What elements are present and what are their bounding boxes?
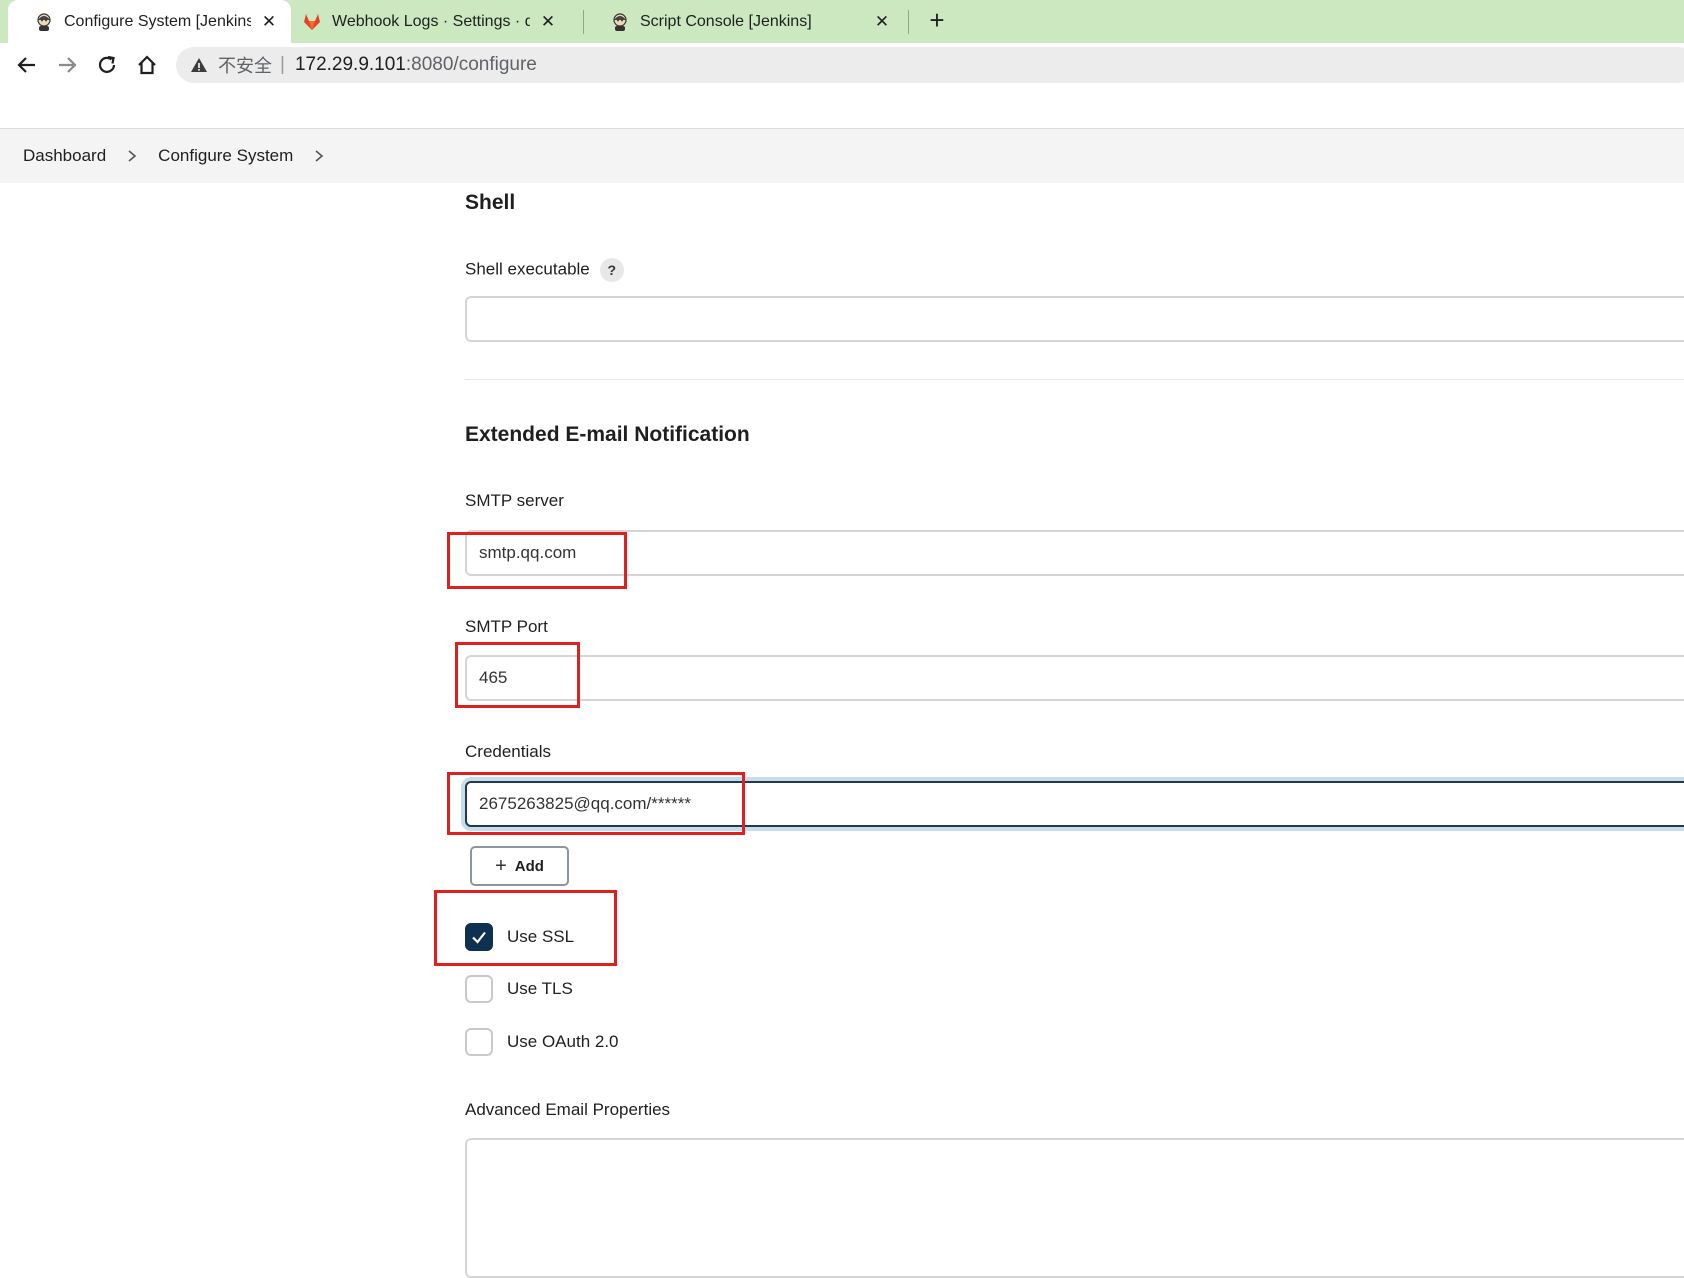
- use-tls-checkbox[interactable]: [465, 975, 493, 1003]
- jenkins-icon: [613, 12, 627, 31]
- reload-icon: [98, 55, 116, 73]
- reload-button[interactable]: [93, 51, 121, 79]
- smtp-port-input[interactable]: 465: [465, 655, 1684, 701]
- tab-title: Script Console [Jenkins]: [640, 12, 812, 30]
- jenkins-icon: [37, 12, 51, 31]
- new-tab-button[interactable]: +: [922, 6, 952, 36]
- section-divider: [465, 379, 1684, 380]
- advanced-email-properties-label: Advanced Email Properties: [465, 1100, 671, 1119]
- tab-close-icon[interactable]: ✕: [540, 12, 556, 32]
- address-bar[interactable]: 不安全 | 172.29.9.101:8080/configure: [176, 47, 1684, 83]
- tab-title: Configure System [Jenkins]: [64, 12, 251, 30]
- help-icon[interactable]: ?: [599, 258, 624, 282]
- email-heading: Extended E-mail Notification: [465, 423, 750, 446]
- browser-toolbar: 不安全 | 172.29.9.101:8080/configure: [0, 43, 1684, 87]
- plus-icon: +: [495, 854, 507, 877]
- tab-title: Webhook Logs · Settings · dev: [332, 12, 530, 30]
- address-path: :8080/configure: [405, 54, 537, 75]
- address-separator: |: [280, 54, 285, 75]
- home-icon: [138, 55, 156, 75]
- home-button[interactable]: [133, 51, 161, 79]
- use-tls-label: Use TLS: [507, 979, 573, 998]
- advanced-email-properties-textarea[interactable]: [465, 1138, 1684, 1278]
- shell-heading: Shell: [465, 191, 516, 214]
- arrow-right-icon: [59, 57, 77, 73]
- smtp-server-label: SMTP server: [465, 491, 564, 510]
- gitlab-icon: [304, 13, 320, 30]
- breadcrumb-dashboard[interactable]: Dashboard: [23, 146, 106, 166]
- address-host: 172.29.9.101: [294, 54, 406, 75]
- insecure-label: 不安全: [218, 56, 272, 76]
- breadcrumb: Dashboard Configure System: [0, 129, 1684, 183]
- shell-executable-label: Shell executable?: [465, 258, 624, 282]
- annotation-box-smtp-port: [455, 642, 580, 708]
- tab-close-icon[interactable]: ✕: [874, 12, 890, 32]
- breadcrumb-configure-system[interactable]: Configure System: [158, 146, 293, 166]
- warning-triangle-icon: [191, 58, 207, 72]
- shell-executable-input[interactable]: [465, 296, 1684, 342]
- browser-tabstrip: Configure System [Jenkins] ✕ Webhook Log…: [0, 0, 1684, 43]
- jenkins-header: [0, 87, 1684, 129]
- chevron-right-icon[interactable]: [312, 149, 326, 163]
- add-credentials-button[interactable]: + Add: [470, 846, 569, 886]
- tab-script-console[interactable]: Script Console [Jenkins] ✕: [584, 0, 904, 43]
- tab-separator: [908, 10, 909, 34]
- forward-button[interactable]: [53, 51, 81, 79]
- smtp-server-input[interactable]: smtp.qq.com: [465, 530, 1684, 576]
- use-oauth-option[interactable]: Use OAuth 2.0: [465, 1028, 619, 1056]
- credentials-label: Credentials: [465, 742, 551, 761]
- annotation-box-use-ssl: [434, 890, 617, 966]
- use-oauth-checkbox[interactable]: [465, 1028, 493, 1056]
- add-button-label: Add: [514, 857, 544, 875]
- shell-executable-label-text: Shell executable: [465, 259, 590, 279]
- tab-close-icon[interactable]: ✕: [261, 12, 277, 32]
- tab-webhook-logs[interactable]: Webhook Logs · Settings · dev ✕: [290, 0, 570, 43]
- back-button[interactable]: [13, 51, 41, 79]
- chevron-right-icon[interactable]: [125, 149, 139, 163]
- annotation-box-credentials: [447, 772, 745, 835]
- use-tls-option[interactable]: Use TLS: [465, 975, 573, 1003]
- use-oauth-label: Use OAuth 2.0: [507, 1032, 619, 1051]
- smtp-port-label: SMTP Port: [465, 617, 548, 636]
- arrow-left-icon: [17, 57, 35, 73]
- tab-configure-system[interactable]: Configure System [Jenkins] ✕: [8, 0, 291, 43]
- annotation-box-smtp-server: [447, 532, 627, 589]
